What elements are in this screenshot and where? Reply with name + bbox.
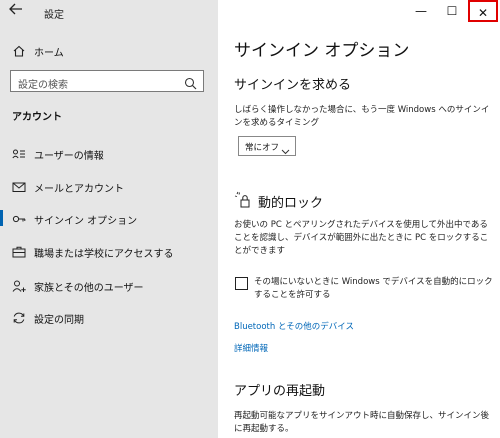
person-add-icon bbox=[12, 278, 26, 292]
dynamic-lock-checkbox-label: その場にいないときに Windows でデバイスを自動的にロックすることを許可す… bbox=[254, 277, 493, 300]
restart-apps-heading: アプリの再起動 bbox=[234, 384, 326, 399]
dynamic-lock-icon bbox=[234, 191, 252, 209]
sidebar-item-mail-accounts[interactable]: メールとアカウント bbox=[0, 175, 218, 197]
window-controls: — ☐ ✕ bbox=[390, 0, 500, 24]
search-icon[interactable] bbox=[184, 75, 197, 90]
sync-icon bbox=[12, 310, 26, 324]
back-arrow-icon[interactable] bbox=[6, 3, 26, 21]
minimize-button[interactable]: — bbox=[406, 0, 436, 22]
require-signin-description: しばらく操作しなかった場合に、もう一度 Windows へのサインインを求めるタ… bbox=[234, 105, 490, 128]
more-info-link[interactable]: 詳細情報 bbox=[234, 342, 268, 354]
app-title: 設定 bbox=[44, 10, 64, 21]
close-button[interactable]: ✕ bbox=[468, 0, 498, 22]
bluetooth-devices-link[interactable]: Bluetooth とその他のデバイス bbox=[234, 320, 354, 332]
sidebar-item-label: サインイン オプション bbox=[34, 216, 138, 227]
sidebar-item-label: ユーザーの情報 bbox=[34, 151, 104, 162]
sidebar-item-label: 設定の同期 bbox=[34, 315, 84, 326]
sidebar-item-label: ホーム bbox=[34, 48, 64, 59]
sidebar-item-label: メールとアカウント bbox=[34, 184, 124, 195]
restart-apps-description: 再起動可能なアプリをサインアウト時に自動保存し、サインイン後に再起動する。 bbox=[234, 411, 490, 434]
search-placeholder: 設定の検索 bbox=[18, 80, 68, 91]
sidebar-item-label: 家族とその他のユーザー bbox=[34, 283, 144, 294]
maximize-button[interactable]: ☐ bbox=[437, 0, 467, 22]
page-title: サインイン オプション bbox=[234, 41, 410, 61]
dynamic-lock-checkbox[interactable] bbox=[235, 277, 248, 290]
user-info-icon bbox=[12, 146, 26, 160]
home-icon bbox=[12, 43, 26, 57]
mail-icon bbox=[12, 179, 26, 193]
require-signin-heading: サインインを求める bbox=[234, 78, 352, 93]
sidebar-item-user-info[interactable]: ユーザーの情報 bbox=[0, 142, 218, 164]
sidebar-item-family[interactable]: 家族とその他のユーザー bbox=[0, 274, 218, 296]
dropdown-value: 常にオフ bbox=[245, 143, 280, 153]
main-content: — ☐ ✕ サインイン オプション サインインを求める しばらく操作しなかった場… bbox=[218, 0, 500, 438]
key-icon bbox=[12, 211, 26, 225]
titlebar-left: 設定 bbox=[0, 0, 218, 24]
sidebar-item-work-school[interactable]: 職場または学校にアクセスする bbox=[0, 240, 218, 262]
briefcase-icon bbox=[12, 244, 26, 258]
search-input[interactable]: 設定の検索 bbox=[10, 70, 204, 92]
sidebar: 設定 ホーム 設定の検索 アカウント ユーザーの情報 メールとアカウント サイン… bbox=[0, 0, 218, 438]
sidebar-item-sync[interactable]: 設定の同期 bbox=[0, 306, 218, 328]
section-title: アカウント bbox=[12, 112, 62, 123]
sidebar-item-home[interactable]: ホーム bbox=[0, 40, 218, 60]
dynamic-lock-description: お使いの PC とペアリングされたデバイスを使用して外出中であることを認識し、デ… bbox=[234, 220, 489, 256]
require-signin-dropdown[interactable]: 常にオフ bbox=[238, 136, 296, 156]
chevron-down-icon bbox=[281, 141, 290, 155]
sidebar-item-label: 職場または学校にアクセスする bbox=[34, 249, 174, 260]
sidebar-item-signin-options[interactable]: サインイン オプション bbox=[0, 207, 218, 229]
active-indicator bbox=[0, 210, 3, 226]
dynamic-lock-heading: 動的ロック bbox=[258, 196, 324, 211]
